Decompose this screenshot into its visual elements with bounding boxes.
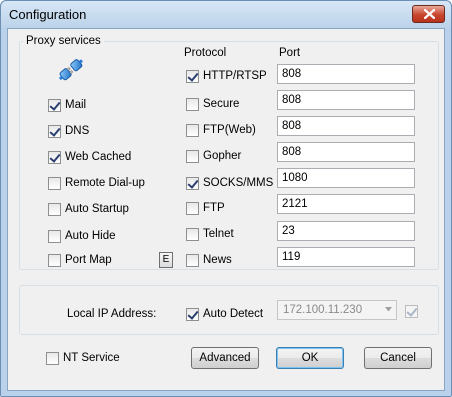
secure-label: Secure — [203, 98, 240, 110]
port-map-checkbox[interactable]: Port Map — [48, 253, 112, 267]
port-header: Port — [279, 47, 301, 59]
telnet-checkbox[interactable]: Telnet — [186, 227, 234, 241]
local-ip-value: 172.100.11.230 — [283, 304, 363, 316]
gopher-port-input[interactable]: 808 — [277, 142, 415, 162]
remote-dialup-checkbox-box[interactable] — [48, 176, 61, 190]
dns-checkbox[interactable]: DNS — [48, 124, 89, 138]
telnet-label: Telnet — [203, 228, 234, 240]
ftp-web-port-input[interactable]: 808 — [277, 116, 415, 136]
proxy-services-legend: Proxy services — [23, 35, 104, 47]
chevron-down-icon — [385, 307, 392, 312]
auto-hide-checkbox-box[interactable] — [48, 229, 61, 243]
cancel-button[interactable]: Cancel — [364, 347, 432, 369]
web-cached-checkbox-box[interactable] — [48, 150, 61, 164]
local-ip-select[interactable]: 172.100.11.230 — [277, 300, 397, 320]
http-rtsp-checkbox-box[interactable] — [186, 69, 199, 83]
http-rtsp-checkbox[interactable]: HTTP/RTSP — [186, 69, 267, 83]
local-ip-label: Local IP Address: — [67, 308, 157, 320]
auto-startup-label: Auto Startup — [65, 203, 129, 215]
mail-label: Mail — [65, 99, 87, 111]
plug-icon — [58, 59, 84, 81]
ftp-web-checkbox[interactable]: FTP(Web) — [186, 123, 256, 137]
auto-detect-checkbox[interactable]: Auto Detect — [186, 307, 263, 321]
http-rtsp-label: HTTP/RTSP — [203, 70, 267, 82]
gopher-checkbox-box[interactable] — [186, 149, 199, 163]
port-map-checkbox-box[interactable] — [48, 253, 61, 267]
socks-mms-label: SOCKS/MMS — [203, 177, 274, 189]
ftp-checkbox-box[interactable] — [186, 201, 199, 215]
http-rtsp-port-input[interactable]: 808 — [277, 64, 415, 84]
protocol-header: Protocol — [184, 47, 227, 59]
port-map-edit-button[interactable]: E — [159, 252, 173, 268]
remote-dialup-label: Remote Dial-up — [65, 177, 145, 189]
close-icon — [424, 9, 435, 19]
news-label: News — [203, 254, 232, 266]
news-port-input[interactable]: 119 — [277, 247, 415, 267]
ftp-port-input[interactable]: 2121 — [277, 194, 415, 214]
local-ip-extra-checkbox[interactable] — [405, 304, 418, 318]
gopher-label: Gopher — [203, 150, 242, 162]
news-checkbox-box[interactable] — [186, 253, 199, 267]
mail-checkbox-box[interactable] — [48, 98, 61, 112]
dns-checkbox-box[interactable] — [48, 124, 61, 138]
auto-hide-label: Auto Hide — [65, 230, 116, 242]
ftp-checkbox[interactable]: FTP — [186, 201, 225, 215]
secure-checkbox-box[interactable] — [186, 97, 199, 111]
nt-service-label: NT Service — [63, 352, 120, 364]
title-bar[interactable]: Configuration — [1, 1, 451, 28]
ftp-web-label: FTP(Web) — [203, 124, 256, 136]
auto-startup-checkbox[interactable]: Auto Startup — [48, 202, 129, 216]
nt-service-checkbox-box[interactable] — [46, 351, 59, 365]
telnet-port-input[interactable]: 23 — [277, 221, 415, 241]
auto-detect-checkbox-box[interactable] — [186, 307, 199, 321]
news-checkbox[interactable]: News — [186, 253, 232, 267]
gopher-checkbox[interactable]: Gopher — [186, 149, 241, 163]
telnet-checkbox-box[interactable] — [186, 227, 199, 241]
socks-mms-checkbox-box[interactable] — [186, 176, 199, 190]
dialog-body: Proxy services Protocol Port Mail DNS We… — [7, 28, 445, 391]
mail-checkbox[interactable]: Mail — [48, 98, 86, 112]
remote-dialup-checkbox[interactable]: Remote Dial-up — [48, 176, 145, 190]
window-title: Configuration — [9, 7, 87, 22]
local-ip-extra-checkbox-box[interactable] — [405, 304, 418, 318]
auto-detect-label: Auto Detect — [203, 308, 264, 320]
configuration-window: Configuration Proxy services Protocol Po… — [0, 0, 452, 397]
secure-port-input[interactable]: 808 — [277, 90, 415, 110]
port-map-label: Port Map — [65, 254, 112, 266]
dns-label: DNS — [65, 125, 90, 137]
secure-checkbox[interactable]: Secure — [186, 97, 239, 111]
web-cached-label: Web Cached — [65, 151, 132, 163]
ok-button[interactable]: OK — [276, 347, 344, 369]
socks-mms-port-input[interactable]: 1080 — [277, 168, 415, 188]
socks-mms-checkbox[interactable]: SOCKS/MMS — [186, 176, 273, 190]
auto-hide-checkbox[interactable]: Auto Hide — [48, 229, 116, 243]
web-cached-checkbox[interactable]: Web Cached — [48, 150, 131, 164]
ftp-label: FTP — [203, 202, 225, 214]
ftp-web-checkbox-box[interactable] — [186, 123, 199, 137]
auto-startup-checkbox-box[interactable] — [48, 202, 61, 216]
nt-service-checkbox[interactable]: NT Service — [46, 351, 120, 365]
close-button[interactable] — [412, 5, 445, 23]
advanced-button[interactable]: Advanced — [191, 347, 259, 369]
